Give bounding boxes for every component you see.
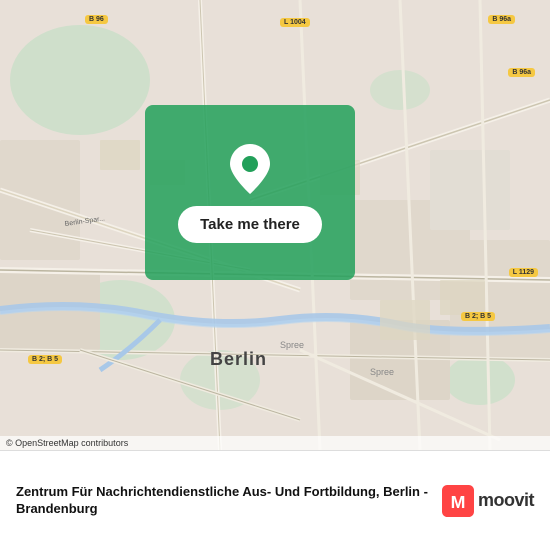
destination-title: Zentrum Für Nachrichtendienstliche Aus- … [16,484,430,518]
map-area: Berlin-Spar... Spree Spree B 96 B 96a B … [0,0,550,450]
badge-b96a-right: B 96a [508,68,535,77]
moovit-text: moovit [478,490,534,511]
badge-b2b5-right: B 2; B 5 [461,312,495,321]
destination-highlight: Take me there [145,105,355,280]
app-container: Berlin-Spar... Spree Spree B 96 B 96a B … [0,0,550,550]
badge-b2b5-left: B 2; B 5 [28,355,62,364]
map-attribution: © OpenStreetMap contributors [0,436,550,450]
badge-b96a-top: B 96a [488,15,515,24]
badge-l1129: L 1129 [509,268,538,277]
svg-text:Spree: Spree [370,367,394,377]
badge-b96: B 96 [85,15,108,24]
svg-text:M: M [451,492,466,512]
moovit-icon: M [442,485,474,517]
svg-text:Spree: Spree [280,340,304,350]
berlin-city-label: Berlin [210,349,267,370]
info-text-block: Zentrum Für Nachrichtendienstliche Aus- … [16,484,430,518]
moovit-logo: M moovit [442,485,534,517]
badge-l1004: L 1004 [280,18,310,27]
take-me-there-button[interactable]: Take me there [178,206,322,243]
location-pin-icon [228,142,272,196]
info-bar: Zentrum Für Nachrichtendienstliche Aus- … [0,450,550,550]
